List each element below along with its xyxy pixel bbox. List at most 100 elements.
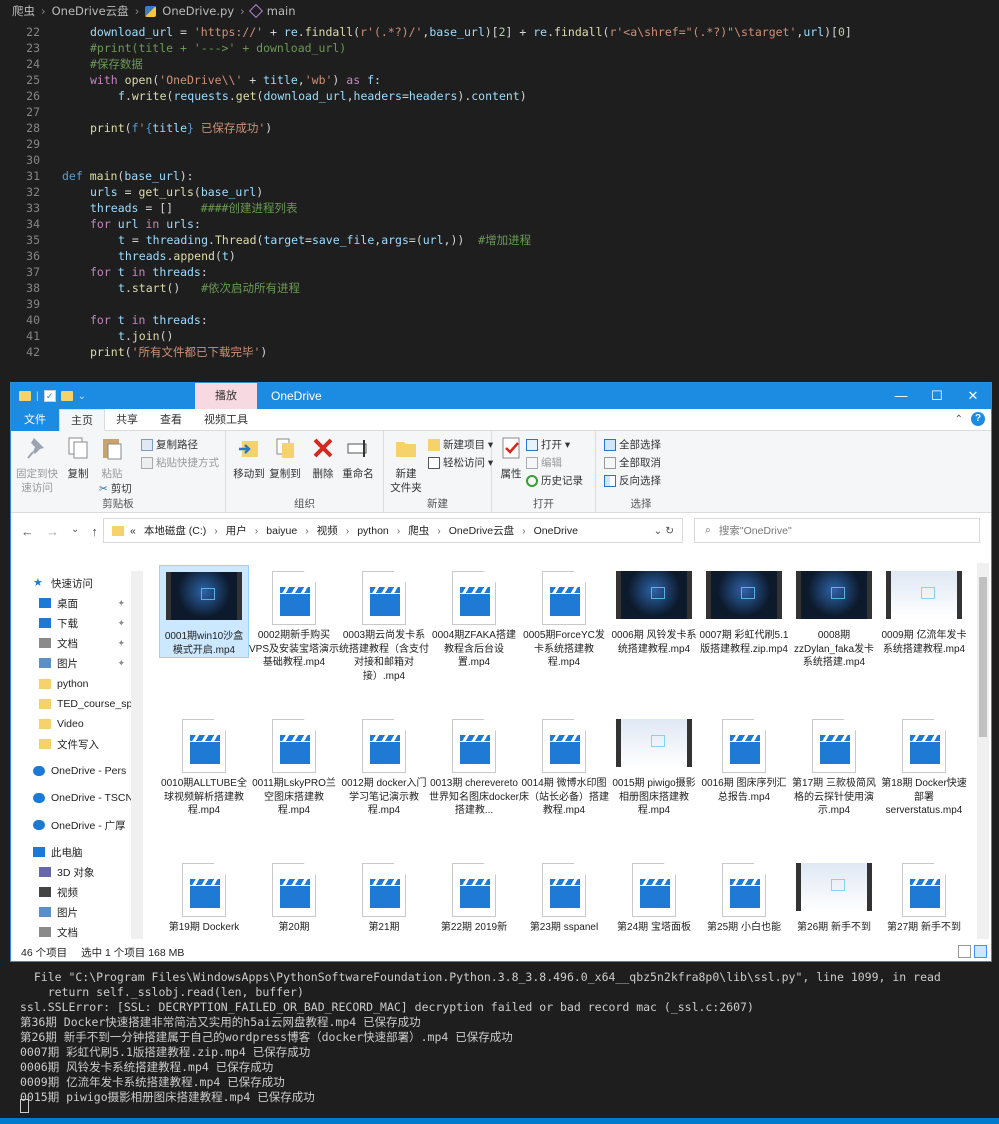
code-line[interactable]: 34 for url in urls: [0,216,999,232]
back-arrow-icon[interactable]: ← [21,524,34,539]
file-item[interactable]: 0007期 彩虹代刷5.1版搭建教程.zip.mp4 [699,565,789,656]
code-line[interactable]: 33 threads = [] ####创建进程列表 [0,200,999,216]
terminal-output[interactable]: File "C:\Program Files\WindowsApps\Pytho… [0,962,999,1124]
nav-item[interactable]: TED_course_sp [11,694,131,714]
nav-item[interactable]: OneDrive - 广厚 [11,815,131,835]
collapse-ribbon-icon[interactable]: ⌃ [955,414,963,425]
file-item[interactable]: 0016期 图床序列汇总报告.mp4 [699,713,789,804]
cut-button[interactable]: ✂ 剪切 [99,481,132,496]
address-segment[interactable]: 本地磁盘 (C:) [144,523,206,538]
nav-item[interactable]: 文档 [11,922,131,942]
code-text[interactable]: download_url = 'https://' + re.findall(r… [90,24,852,40]
breadcrumb-file[interactable]: OneDrive.py [162,4,234,18]
code-line[interactable]: 24 #保存数据 [0,56,999,72]
code-text[interactable]: def main(base_url): [62,168,194,184]
file-item[interactable]: 0015期 piwigo摄影相册图床搭建教程.mp4 [609,713,699,818]
scrollbar-thumb[interactable] [979,577,987,737]
chevron-right-icon[interactable]: › [305,525,309,537]
edit-button[interactable]: 编辑 [526,455,562,470]
invert-selection-button[interactable]: 反向选择 [604,473,661,488]
file-item[interactable]: 0013期 cherevereto世界知名图床docker搭建教... [429,713,519,818]
code-line[interactable]: 30 [0,152,999,168]
address-segment[interactable]: 爬虫 [408,523,429,538]
address-segment[interactable]: baiyue [266,525,297,537]
file-item[interactable]: 0009期 亿流年发卡系统搭建教程.mp4 [879,565,969,656]
up-arrow-icon[interactable]: ↑ [91,524,98,539]
nav-item[interactable]: 视频 [11,882,131,902]
large-icons-view-icon[interactable] [974,945,987,958]
nav-item[interactable]: OneDrive - Pers [11,761,131,781]
code-text[interactable]: for t in threads: [90,264,208,280]
properties-quick-icon[interactable]: ✓ [43,390,56,402]
open-button[interactable]: 打开 ▾ [526,437,570,452]
details-view-icon[interactable] [958,945,971,958]
nav-item[interactable]: OneDrive - TSCN [11,788,131,808]
rename-button[interactable]: 重命名 [340,435,376,481]
code-text[interactable]: with open('OneDrive\\' + title,'wb') as … [90,72,381,88]
nav-item[interactable]: 图片 [11,902,131,922]
code-text[interactable]: for t in threads: [90,312,208,328]
code-text[interactable]: #保存数据 [90,56,143,72]
chevron-right-icon[interactable]: › [522,525,526,537]
code-line[interactable]: 27 [0,104,999,120]
code-line[interactable]: 29 [0,136,999,152]
nav-item[interactable]: python [11,674,131,694]
nav-item[interactable]: Video [11,714,131,734]
code-line[interactable]: 22 download_url = 'https://' + re.findall… [0,24,999,40]
code-text[interactable]: print(f'{title} 已保存成功') [90,120,272,136]
nav-item[interactable]: 文件写入 [11,734,131,754]
code-line[interactable]: 36 threads.append(t) [0,248,999,264]
chevron-right-icon[interactable]: › [214,525,218,537]
code-text[interactable]: #print(title + '--->' + download_url) [90,40,346,56]
navigation-pane[interactable]: ★ 快速访问 桌面 ✦ 下载 ✦ 文档 ✦ 图片 ✦ python TED_course_sp Vide… [11,571,145,939]
code-editor[interactable]: 22 download_url = 'https://' + re.findall… [0,24,999,364]
copy-button[interactable]: 复制 [63,435,93,481]
file-item[interactable]: 0005期ForceYC发卡系统搭建教程.mp4 [519,565,609,670]
file-item[interactable]: 0002期新手购买VPS及安装宝塔演示基础教程.mp4 [249,565,339,670]
address-segment[interactable]: 用户 [226,523,247,538]
file-item[interactable]: 第17期 三款极简风格的云探针使用演示.mp4 [789,713,879,818]
nav-item[interactable]: 此电脑 [11,842,131,862]
move-to-button[interactable]: 移动到 [232,435,266,481]
file-item[interactable]: 0012期 docker入门学习笔记演示教程.mp4 [339,713,429,818]
chevron-right-icon[interactable]: › [346,525,350,537]
code-line[interactable]: 38 t.start() #依次启动所有进程 [0,280,999,296]
file-item[interactable]: 0003期云尚发卡系统搭建教程（含支付对接和邮箱对接）.mp4 [339,565,429,683]
file-item[interactable]: 0014期 微博水印图床（站长必备）搭建教程.mp4 [519,713,609,818]
nav-item[interactable]: 文档 ✦ [11,633,131,653]
file-item[interactable]: 第20期 [249,857,339,935]
file-item[interactable]: 第27期 新手不到 [879,857,969,935]
easy-access-button[interactable]: 轻松访问 ▾ [428,455,493,470]
code-text[interactable]: threads = [] ####创建进程列表 [90,200,297,216]
nav-item[interactable]: 桌面 ✦ [11,593,131,613]
paste-shortcut-button[interactable]: 粘贴快捷方式 [141,455,219,470]
delete-button[interactable]: 删除 [310,435,336,481]
nav-item[interactable]: 3D 对象 [11,862,131,882]
new-folder-quick-icon[interactable] [60,391,73,401]
file-item[interactable]: 0011期LskyPRO兰空图床搭建教程.mp4 [249,713,339,818]
chevron-right-icon[interactable]: › [437,525,441,537]
file-item[interactable]: 第19期 Dockerk [159,857,249,935]
paste-button[interactable]: 粘贴 [97,435,127,481]
address-segment[interactable]: 视频 [317,523,338,538]
file-item[interactable]: 第26期 新手不到 [789,857,879,935]
tab-share[interactable]: 共享 [105,409,149,431]
code-text[interactable]: for url in urls: [90,216,201,232]
file-item[interactable]: 第18期 Docker快速部署serverstatus.mp4 [879,713,969,818]
tab-video-tools[interactable]: 视频工具 [193,409,259,431]
tab-view[interactable]: 查看 [149,409,193,431]
copy-to-button[interactable]: 复制到 [268,435,302,481]
close-button[interactable]: ✕ [955,383,991,409]
file-item[interactable]: 第21期 [339,857,429,935]
maximize-button[interactable]: ☐ [919,383,955,409]
code-line[interactable]: 25 with open('OneDrive\\' + title,'wb') a… [0,72,999,88]
code-line[interactable]: 26 f.write(requests.get(download_url,head… [0,88,999,104]
refresh-icon[interactable]: ⌄ ↻ [653,525,674,537]
nav-pane-scrollbar[interactable] [131,571,143,939]
nav-item[interactable]: ★ 快速访问 [11,573,131,593]
forward-arrow-icon[interactable]: → [46,524,59,539]
code-line[interactable]: 40 for t in threads: [0,312,999,328]
breadcrumb-subfolder[interactable]: OneDrive云盘 [52,3,129,19]
file-item[interactable]: 第24期 宝塔面板 [609,857,699,935]
code-line[interactable]: 39 [0,296,999,312]
